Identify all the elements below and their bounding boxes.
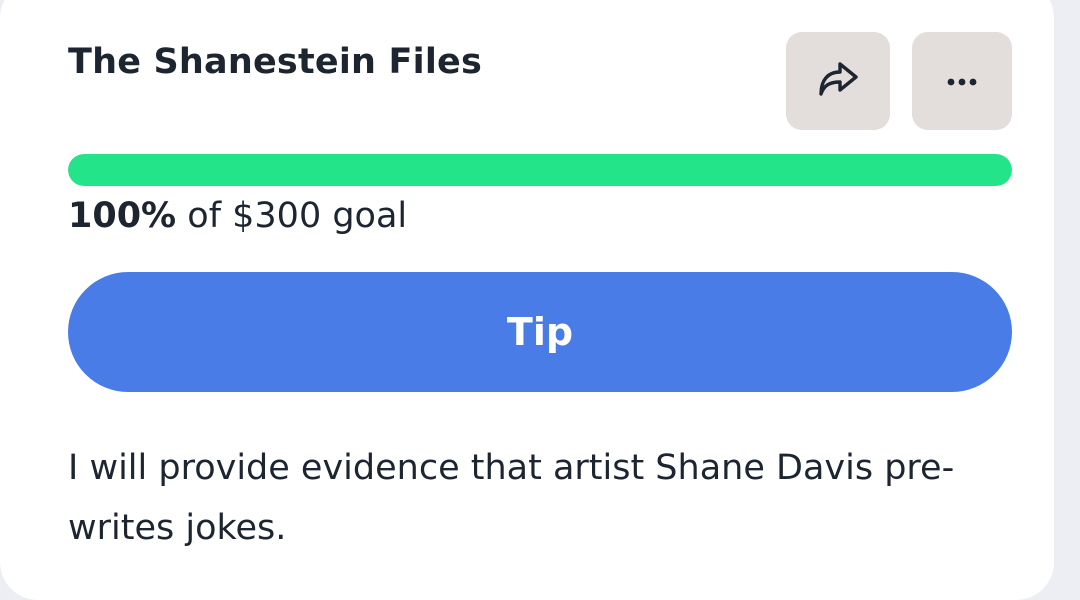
tip-button[interactable]: Tip (68, 272, 1012, 392)
campaign-card: The Shanestein Files 100% of $300 goal T… (0, 0, 1054, 600)
goal-text: of $300 goal (187, 196, 408, 236)
goal-status: 100% of $300 goal (68, 196, 407, 236)
share-arrow-icon (816, 60, 860, 102)
progress-percent: 100% (68, 196, 177, 236)
more-horizontal-icon (947, 72, 977, 91)
more-options-button[interactable] (912, 32, 1012, 130)
funding-progress-fill (68, 154, 1012, 186)
campaign-description: I will provide evidence that artist Shan… (68, 448, 955, 548)
share-button[interactable] (786, 32, 890, 130)
campaign-title: The Shanestein Files (68, 42, 482, 82)
funding-progress-bar (68, 154, 1012, 186)
